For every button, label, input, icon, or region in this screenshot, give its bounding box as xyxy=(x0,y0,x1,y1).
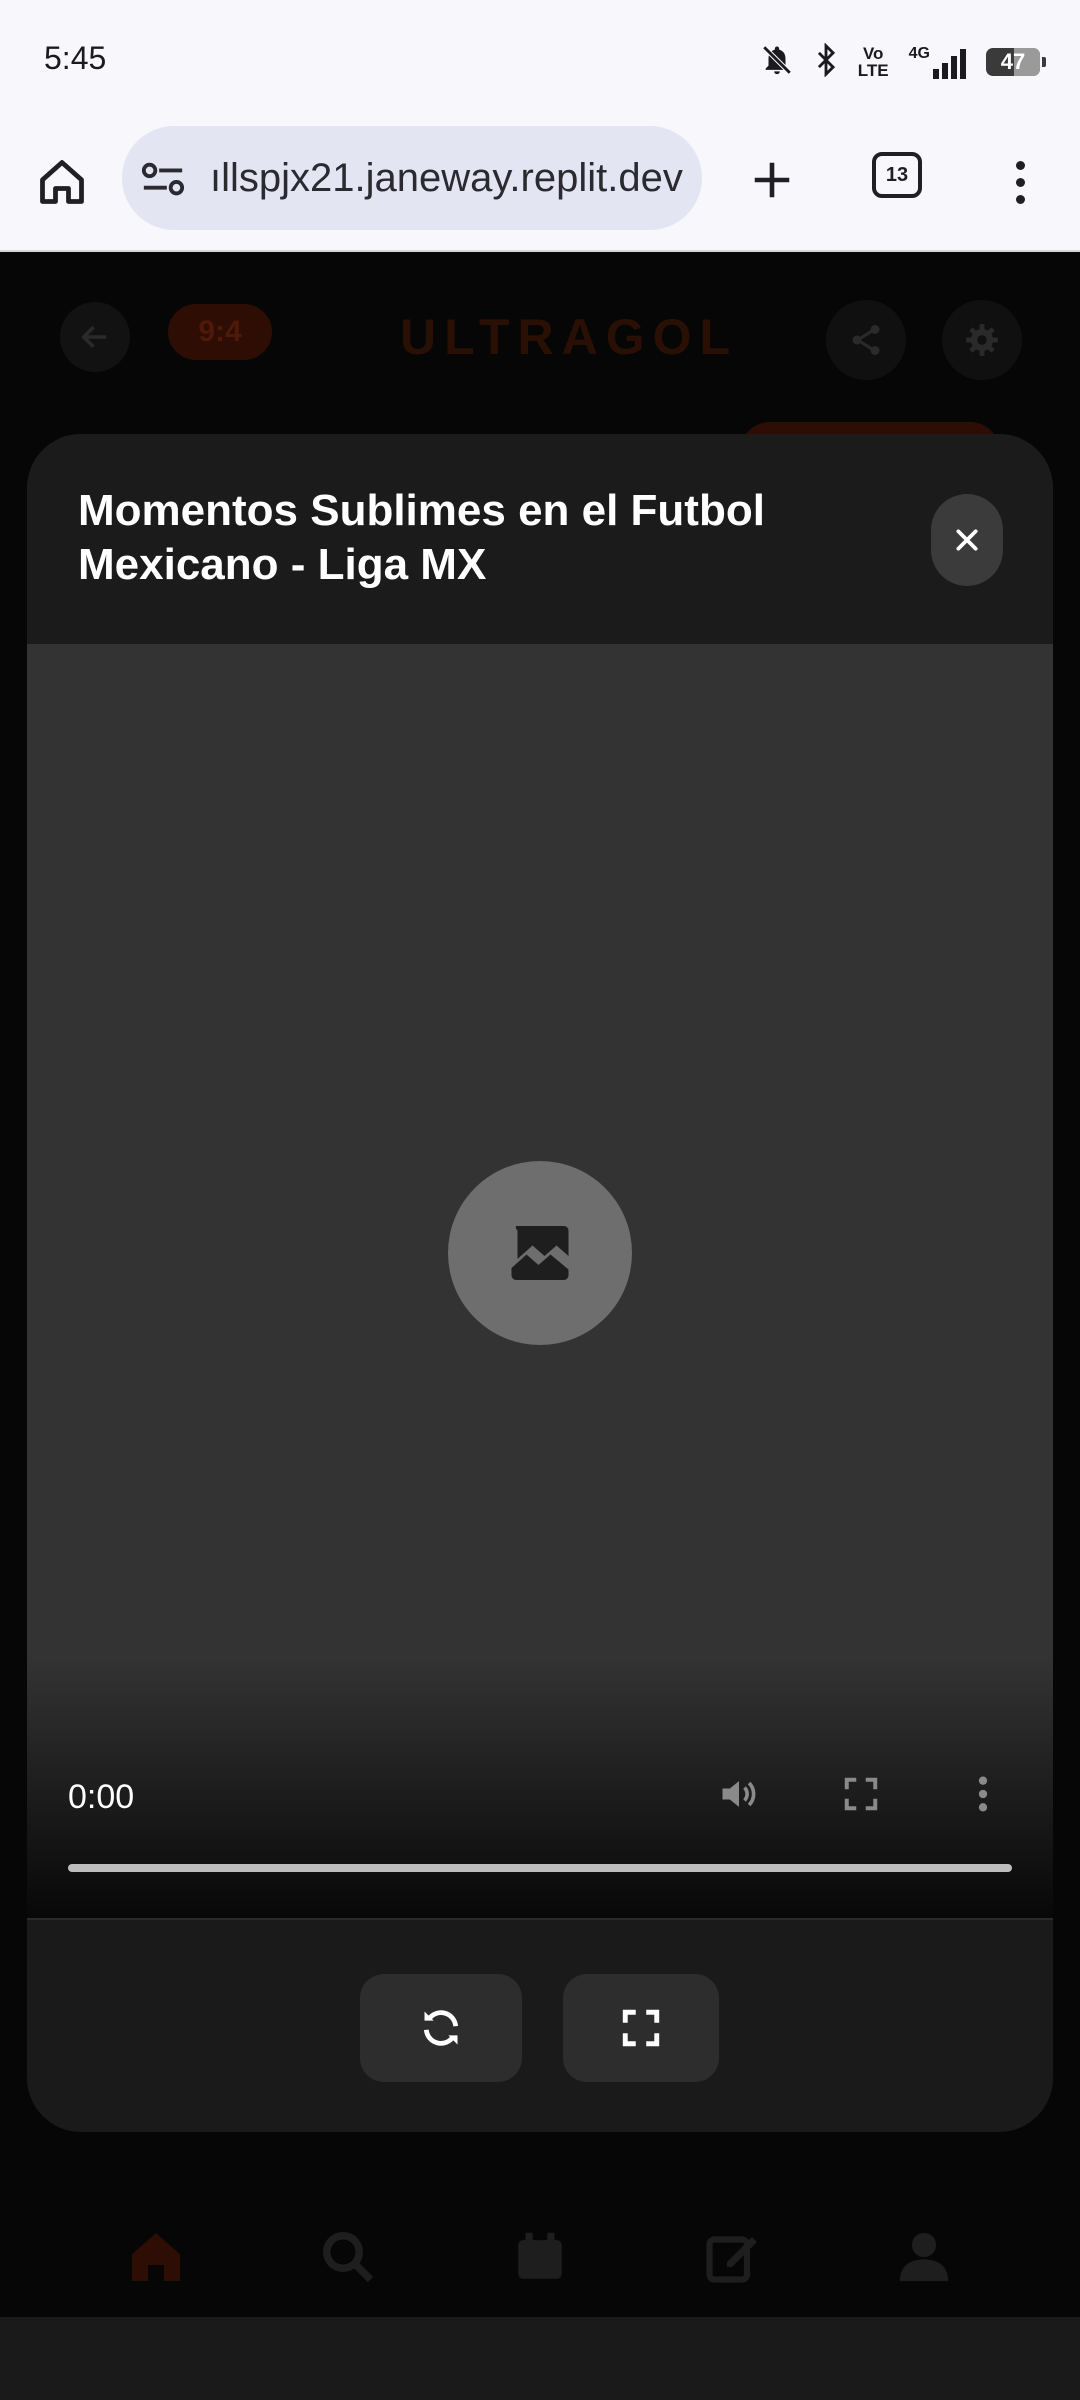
url-text[interactable]: ıllspjx21.janeway.replit.dev xyxy=(210,156,690,201)
gear-icon xyxy=(966,324,998,356)
bluetooth-icon xyxy=(814,41,838,82)
system-nav-area xyxy=(0,2317,1080,2400)
more-vertical-icon xyxy=(978,1776,988,1812)
nav-profile xyxy=(889,2222,959,2292)
divider xyxy=(27,1918,1053,1920)
user-icon xyxy=(899,2232,949,2282)
dot xyxy=(1015,194,1025,204)
video-player[interactable]: 0:00 xyxy=(27,644,1053,1918)
fullscreen-icon xyxy=(844,1777,878,1811)
mute-button[interactable] xyxy=(703,1758,775,1830)
share-icon xyxy=(852,325,880,355)
home-icon xyxy=(40,160,84,204)
nav-home xyxy=(121,2222,191,2292)
broken-image-icon xyxy=(511,1226,569,1280)
status-icons: Vo LTE 4G 47 xyxy=(760,40,1046,84)
site-settings-icon[interactable] xyxy=(140,160,186,200)
close-button[interactable] xyxy=(931,494,1003,586)
search-icon xyxy=(323,2232,374,2283)
reload-button[interactable] xyxy=(360,1974,522,2082)
calendar-icon xyxy=(518,2232,562,2279)
battery-icon: 47 xyxy=(986,48,1046,76)
nav-calendar xyxy=(505,2222,575,2292)
network-type-label: 4G xyxy=(908,45,930,62)
broken-media-indicator xyxy=(448,1161,632,1345)
edit-icon xyxy=(706,2236,757,2283)
modal-title: Momentos Sublimes en el Futbol Mexicano … xyxy=(78,486,765,589)
modal-header: Momentos Sublimes en el Futbol Mexicano … xyxy=(27,434,1053,644)
plus-icon xyxy=(754,162,790,198)
current-time: 0:00 xyxy=(68,1778,135,1816)
status-time: 5:45 xyxy=(44,40,107,76)
video-modal: Momentos Sublimes en el Futbol Mexicano … xyxy=(27,434,1053,2132)
arrow-left-icon xyxy=(81,325,107,349)
battery-level: 47 xyxy=(1000,49,1026,74)
refresh-icon xyxy=(423,2010,459,2046)
nav-edit xyxy=(697,2222,767,2292)
home-button[interactable] xyxy=(30,150,94,214)
progress-bar[interactable] xyxy=(68,1864,1012,1872)
nav-search xyxy=(313,2222,383,2292)
player-fullscreen-button[interactable] xyxy=(825,1758,897,1830)
app-logo: ULTRAGOL xyxy=(400,309,739,365)
browser-toolbar: ıllspjx21.janeway.replit.dev 13 xyxy=(0,120,1080,252)
bell-off-icon xyxy=(760,43,794,82)
dot xyxy=(1015,160,1025,170)
share-button xyxy=(826,300,906,380)
bottom-nav xyxy=(0,2197,1080,2317)
tab-switcher-button[interactable]: 13 xyxy=(872,152,922,198)
expand-icon xyxy=(622,2009,660,2047)
more-menu-button[interactable] xyxy=(1000,150,1040,214)
volume-icon xyxy=(722,1781,756,1807)
score-badge: 9:4 xyxy=(168,304,272,360)
settings-button xyxy=(942,300,1022,380)
new-tab-button[interactable] xyxy=(740,148,804,212)
player-options-button[interactable] xyxy=(947,1758,1019,1830)
home-icon xyxy=(132,2233,180,2281)
controls-gradient xyxy=(27,1658,1053,1918)
status-bar: 5:45 Vo LTE 4G 47 xyxy=(0,0,1080,120)
signal-icon: 4G xyxy=(909,45,966,79)
volte-icon: Vo LTE xyxy=(857,44,889,80)
address-bar[interactable]: ıllspjx21.janeway.replit.dev xyxy=(122,126,702,230)
fullscreen-button[interactable] xyxy=(563,1974,719,2082)
back-button xyxy=(60,302,130,372)
dot xyxy=(1015,177,1025,187)
close-icon xyxy=(956,529,978,551)
